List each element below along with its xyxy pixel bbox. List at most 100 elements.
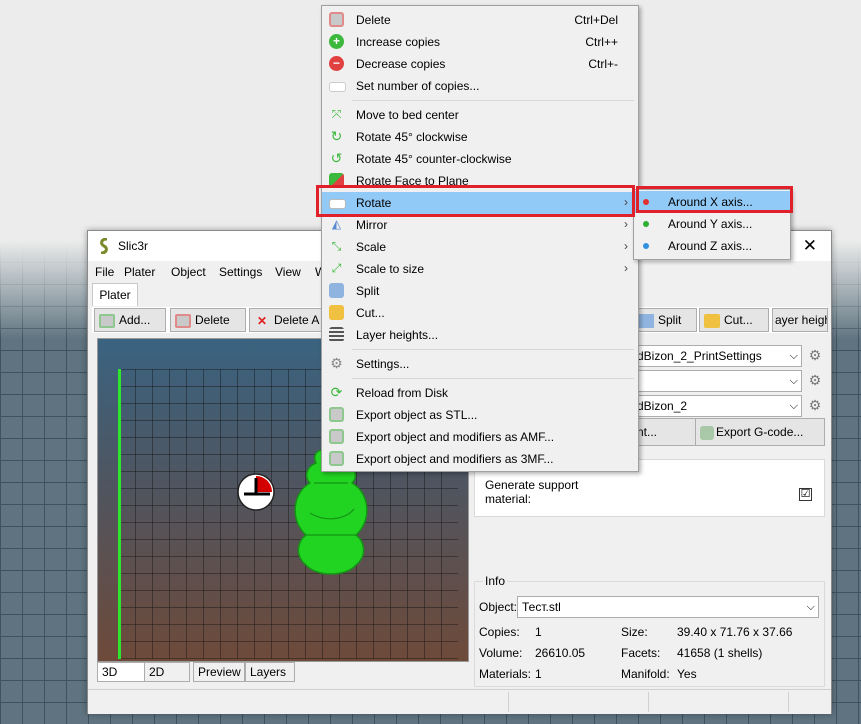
delete-icon — [175, 313, 191, 328]
menu-item-label: Move to bed center — [356, 108, 459, 122]
menu-object[interactable]: Object — [171, 265, 206, 279]
menu-item-label: Export object and modifiers as 3MF... — [356, 452, 554, 466]
menu-item-export-amf[interactable]: Export object and modifiers as AMF... — [322, 426, 638, 448]
split-button-label: Split — [658, 313, 682, 327]
menu-item-rotate-ccw[interactable]: ↺ Rotate 45° counter-clockwise — [322, 148, 638, 170]
menu-item-scale[interactable]: ⤡ Scale › — [322, 236, 638, 258]
menu-item-layer-heights[interactable]: Layer heights... — [322, 324, 638, 346]
annotation-highlight-rotate — [316, 185, 635, 217]
menu-item-shortcut: Ctrl+- — [588, 57, 618, 71]
menu-item-label: Rotate 45° counter-clockwise — [356, 152, 512, 166]
split-button[interactable]: Split — [633, 308, 697, 332]
delete-button[interactable]: Delete — [170, 308, 246, 332]
materials-value: 1 — [535, 667, 542, 681]
menu-item-label: Split — [356, 284, 380, 298]
menu-item-label: Around Y axis... — [668, 217, 753, 231]
rotate-cw-icon: ↻ — [330, 128, 343, 144]
materials-label: Materials: — [479, 667, 532, 681]
menu-item-rotate-z[interactable]: Around Z axis... — [634, 235, 790, 257]
origin-marker-icon — [237, 473, 275, 511]
export-icon — [329, 451, 344, 466]
copies-label: Copies: — [479, 625, 520, 639]
facets-label: Facets: — [621, 646, 661, 660]
menu-item-export-stl[interactable]: Export object as STL... — [322, 404, 638, 426]
cut-icon — [704, 313, 720, 328]
menu-item-label: Cut... — [356, 306, 385, 320]
volume-label: Volume: — [479, 646, 523, 660]
tab-layers[interactable]: Layers — [245, 662, 295, 682]
menu-item-settings[interactable]: ⚙ Settings... — [322, 353, 638, 375]
status-separator — [788, 692, 789, 712]
tab-plater[interactable]: Plater — [92, 283, 138, 306]
menu-item-export-3mf[interactable]: Export object and modifiers as 3MF... — [322, 448, 638, 470]
cut-button[interactable]: Cut... — [699, 308, 769, 332]
export-gcode-label: Export G-code... — [716, 425, 804, 439]
menu-item-rotate-cw[interactable]: ↻ Rotate 45° clockwise — [322, 126, 638, 148]
printer-preset-select[interactable]: dBizon_2 ⌵ — [632, 395, 802, 417]
cut-button-label: Cut... — [724, 313, 753, 327]
tab-3d[interactable]: 3D — [97, 662, 145, 682]
close-icon[interactable]: ✕ — [803, 236, 817, 256]
add-button[interactable]: Add... — [94, 308, 166, 332]
move-center-icon: ⤧ — [331, 107, 342, 121]
minus-icon: − — [329, 56, 344, 71]
menu-item-reload[interactable]: ⟳ Reload from Disk — [322, 382, 638, 404]
menu-item-label: Export object and modifiers as AMF... — [356, 430, 555, 444]
submenu-arrow-icon: › — [624, 261, 628, 275]
scale-icon: ⤡ — [331, 239, 342, 253]
delete-button-label: Delete — [195, 313, 230, 327]
menu-item-cut[interactable]: Cut... — [322, 302, 638, 324]
print-preset-gear-icon[interactable]: ⚙ — [807, 347, 823, 363]
support-checkbox[interactable]: ☑ — [799, 488, 812, 501]
menu-item-label: Settings... — [356, 357, 410, 371]
menu-item-delete[interactable]: Delete Ctrl+Del — [322, 9, 638, 31]
filament-preset-gear-icon[interactable]: ⚙ — [807, 372, 823, 388]
menu-item-label: Layer heights... — [356, 328, 439, 342]
menu-item-split[interactable]: Split — [322, 280, 638, 302]
menu-item-label: Export object as STL... — [356, 408, 478, 422]
menu-item-increase-copies[interactable]: + Increase copies Ctrl++ — [322, 31, 638, 53]
printer-preset-gear-icon[interactable]: ⚙ — [807, 397, 823, 413]
gear-icon: ⚙ — [330, 355, 343, 371]
window-title: Slic3r — [118, 239, 149, 253]
menu-item-shortcut: Ctrl++ — [585, 35, 618, 49]
delete-all-button[interactable]: ✕ Delete A — [249, 308, 327, 332]
menu-item-mirror[interactable]: ◭ Mirror › — [322, 214, 638, 236]
menu-view[interactable]: View — [275, 265, 301, 279]
object-select[interactable]: Тест.stl ⌵ — [517, 596, 819, 618]
print-button[interactable]: nt... — [632, 418, 698, 446]
print-preset-select[interactable]: dBizon_2_PrintSettings ⌵ — [632, 345, 802, 367]
layer-height-button[interactable]: ayer heigh — [772, 308, 828, 332]
menu-separator — [352, 378, 634, 379]
info-title: Info — [483, 574, 508, 588]
menu-item-label: Mirror — [356, 218, 388, 232]
export-gcode-button[interactable]: Export G-code... — [695, 418, 825, 446]
support-label: Generate support material: — [485, 478, 579, 506]
y-axis-icon — [643, 221, 649, 227]
menu-item-decrease-copies[interactable]: − Decrease copies Ctrl+- — [322, 53, 638, 75]
chevron-down-icon: ⌵ — [789, 375, 798, 387]
rotate-ccw-icon: ↺ — [330, 150, 343, 166]
chevron-down-icon: ⌵ — [789, 350, 798, 362]
tab-preview[interactable]: Preview — [193, 662, 245, 682]
copies-value: 1 — [535, 625, 542, 639]
tab-2d[interactable]: 2D — [144, 662, 190, 682]
menu-item-scale-to-size[interactable]: ⤢ Scale to size › — [322, 258, 638, 280]
delete-icon — [329, 12, 344, 27]
info-group: Info Object: Тест.stl ⌵ Copies: 1 Size: 3… — [474, 574, 825, 687]
cut-icon — [329, 305, 344, 320]
object-label: Object: — [479, 600, 518, 614]
filament-preset-select[interactable]: ⌵ — [632, 370, 802, 392]
menu-file[interactable]: File — [95, 265, 114, 279]
menu-plater[interactable]: Plater — [124, 265, 155, 279]
chevron-down-icon: ⌵ — [806, 601, 815, 613]
menu-item-rotate-y[interactable]: Around Y axis... — [634, 213, 790, 235]
export-gcode-icon — [700, 425, 714, 440]
menu-item-set-copies[interactable]: Set number of copies... — [322, 75, 638, 97]
annotation-highlight-around-x — [636, 186, 793, 213]
status-separator — [508, 692, 509, 712]
menu-item-move-to-center[interactable]: ⤧ Move to bed center — [322, 104, 638, 126]
menu-settings[interactable]: Settings — [219, 265, 262, 279]
menu-item-label: Scale — [356, 240, 387, 254]
manifold-label: Manifold: — [621, 667, 670, 681]
